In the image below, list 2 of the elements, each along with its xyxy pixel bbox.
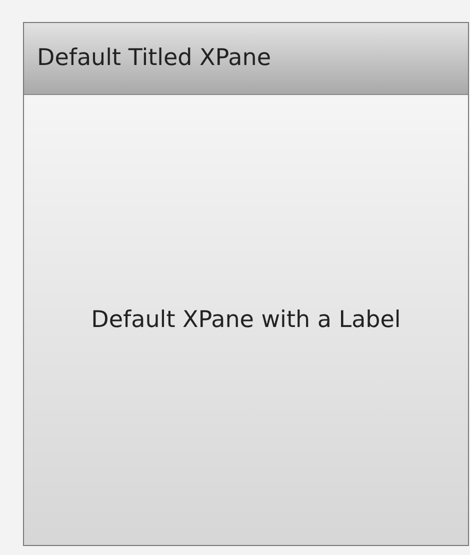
pane-label: Default XPane with a Label (91, 306, 401, 335)
pane-title: Default Titled XPane (37, 44, 271, 74)
